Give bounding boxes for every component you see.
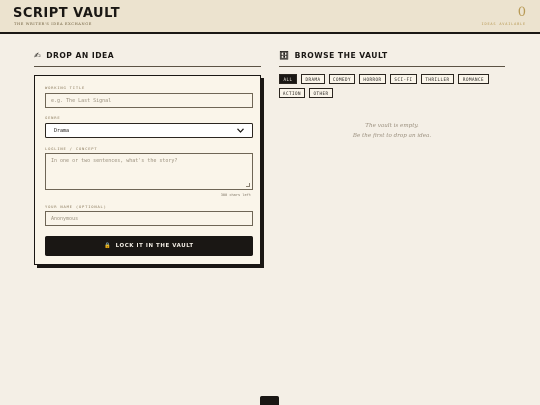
filter-chip-sci-fi[interactable]: SCI-FI xyxy=(390,74,417,84)
empty-state-line-1: The vault is empty. xyxy=(365,123,419,129)
name-input[interactable]: Anonymous xyxy=(45,211,253,226)
chars-left: 300 chars left xyxy=(220,193,251,197)
file-cabinet-icon: 🗄 xyxy=(279,51,290,60)
drop-title-text: DROP AN IDEA xyxy=(46,51,115,60)
filter-chip-horror[interactable]: HORROR xyxy=(359,74,386,84)
browse-title-text: BROWSE THE VAULT xyxy=(294,51,388,60)
empty-state-line-2: Be the first to drop an idea. xyxy=(352,133,432,139)
drop-divider xyxy=(34,66,261,67)
idea-form: WORKING TITLE e.g. The Last Signal GENRE… xyxy=(34,75,261,265)
logline-placeholder: In one or two sentences, what's the stor… xyxy=(51,158,178,164)
genre-select[interactable]: Drama xyxy=(45,123,253,138)
filter-chip-other[interactable]: OTHER xyxy=(309,88,333,98)
genre-selected-value: Drama xyxy=(54,127,70,134)
bottom-toggle-tab[interactable] xyxy=(260,396,279,405)
genre-label: GENRE xyxy=(45,115,61,120)
filter-chip-comedy[interactable]: COMEDY xyxy=(329,74,355,84)
working-title-label: WORKING TITLE xyxy=(45,85,86,90)
app-subtitle: THE WRITER'S IDEA EXCHANGE xyxy=(14,22,92,26)
name-label: YOUR NAME (OPTIONAL) xyxy=(45,204,107,209)
logline-textarea[interactable]: In one or two sentences, what's the stor… xyxy=(45,153,253,190)
filter-chip-romance[interactable]: ROMANCE xyxy=(458,74,489,84)
filter-chip-all[interactable]: ALL xyxy=(279,74,297,84)
chevron-down-icon xyxy=(237,128,244,133)
ideas-count: 0 xyxy=(517,5,526,20)
lock-in-vault-button[interactable]: 🔒 LOCK IT IN THE VAULT xyxy=(45,236,253,256)
lock-icon: 🔒 xyxy=(104,243,112,249)
resize-handle[interactable] xyxy=(246,183,250,187)
writing-hand-icon: ✍ xyxy=(34,51,42,60)
app-header: SCRIPT VAULT THE WRITER'S IDEA EXCHANGE … xyxy=(0,0,540,34)
submit-label: LOCK IT IN THE VAULT xyxy=(115,243,194,249)
filter-chip-action[interactable]: ACTION xyxy=(279,88,305,98)
ideas-count-label: IDEAS AVAILABLE xyxy=(481,22,526,26)
browse-section-title: 🗄 BROWSE THE VAULT xyxy=(279,51,388,60)
drop-section-title: ✍ DROP AN IDEA xyxy=(34,51,114,60)
app-title: SCRIPT VAULT xyxy=(13,6,121,21)
browse-divider xyxy=(279,66,505,67)
filter-chip-thriller[interactable]: THRILLER xyxy=(421,74,454,84)
filter-chip-drama[interactable]: DRAMA xyxy=(301,74,325,84)
logline-label: LOGLINE / CONCEPT xyxy=(45,146,98,151)
working-title-input[interactable]: e.g. The Last Signal xyxy=(45,93,253,108)
